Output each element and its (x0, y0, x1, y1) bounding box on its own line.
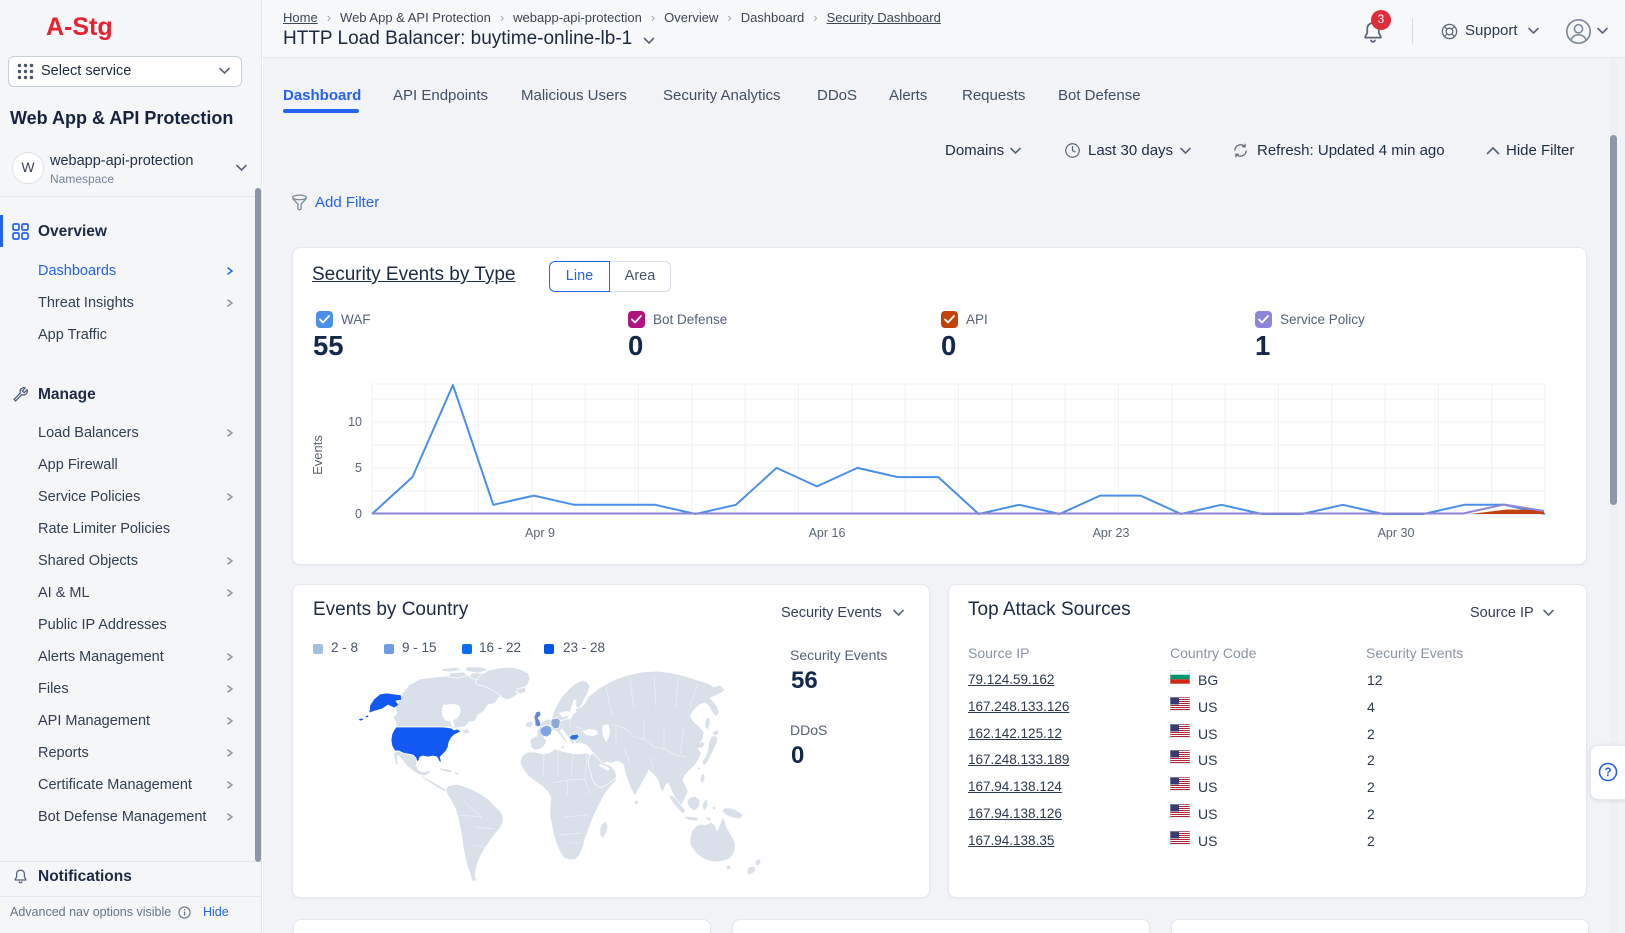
svg-text:Apr 9: Apr 9 (525, 526, 555, 540)
svg-text:0: 0 (355, 507, 362, 521)
svg-text:Events: Events (310, 435, 325, 475)
svg-text:Apr 16: Apr 16 (809, 526, 846, 540)
svg-text:Apr 23: Apr 23 (1093, 526, 1130, 540)
svg-text:?: ? (1604, 767, 1611, 779)
svg-text:5: 5 (355, 461, 362, 475)
svg-text:Apr 30: Apr 30 (1378, 526, 1415, 540)
svg-text:10: 10 (348, 415, 362, 429)
